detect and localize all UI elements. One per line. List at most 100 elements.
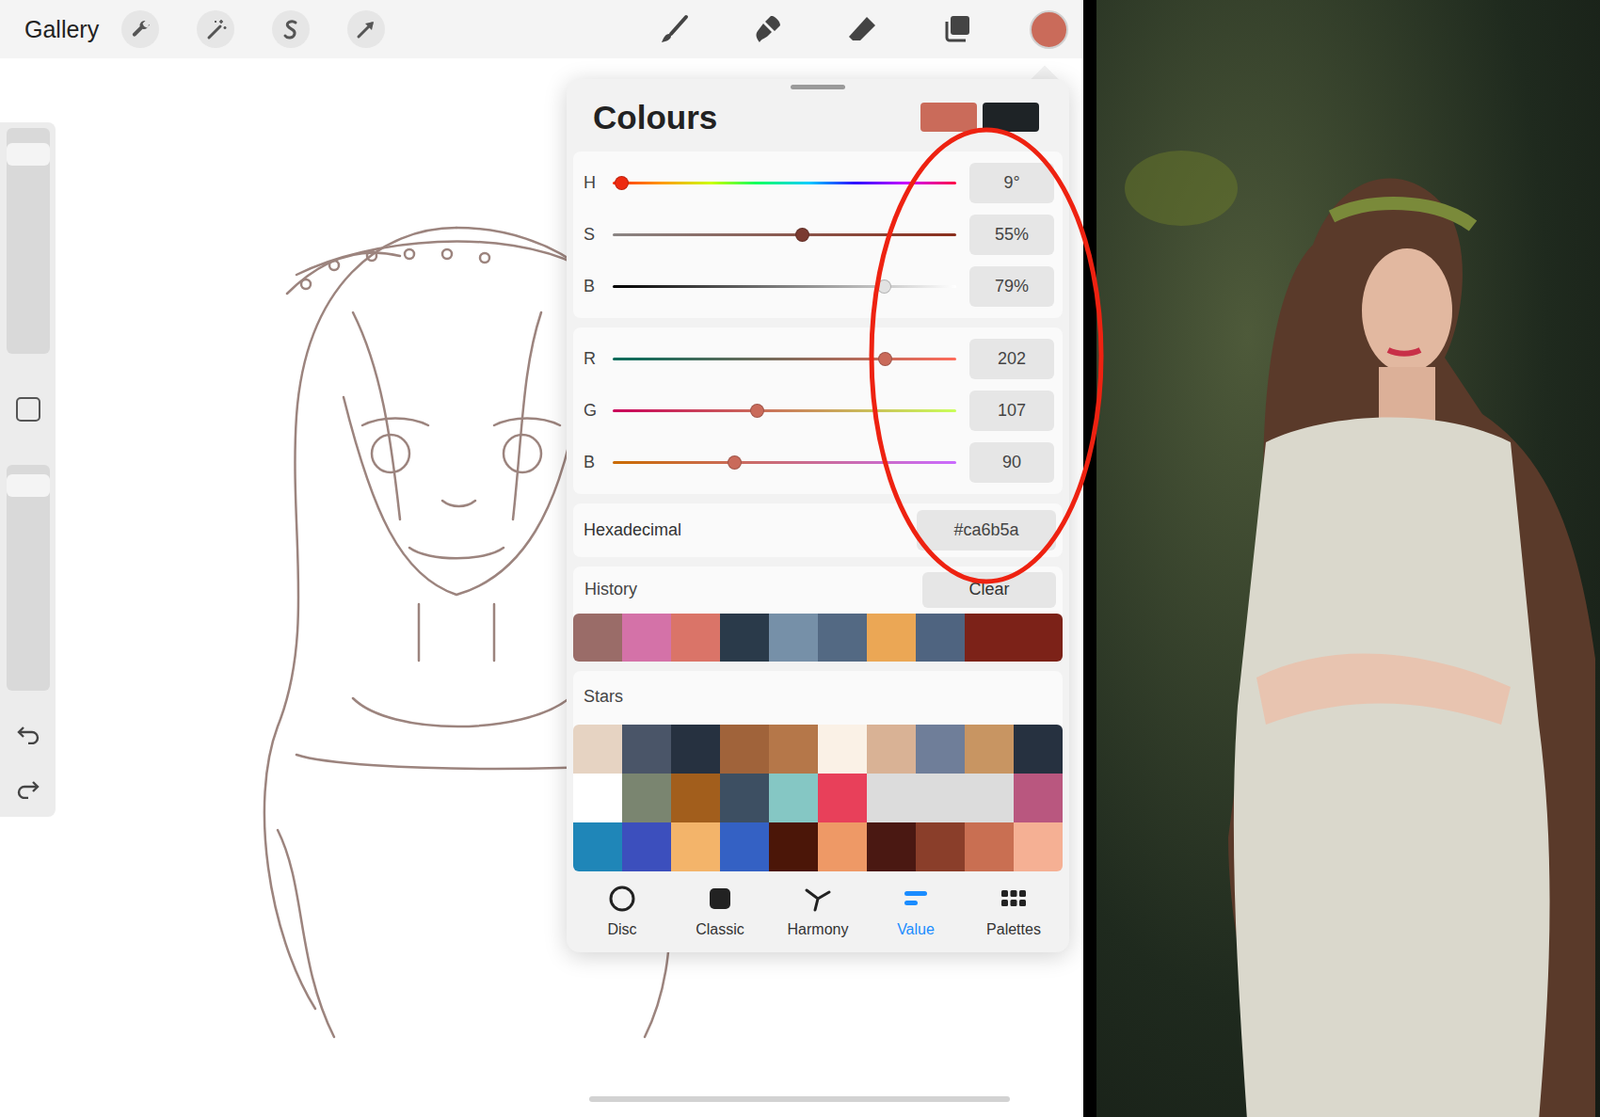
- history-swatch[interactable]: [671, 613, 720, 662]
- palette-swatch[interactable]: [964, 724, 1014, 774]
- palettes-icon: [999, 884, 1028, 913]
- palette-swatch[interactable]: [866, 724, 916, 774]
- palette-swatch[interactable]: [964, 822, 1014, 872]
- value-field[interactable]: 90: [969, 442, 1055, 483]
- history-swatch[interactable]: [817, 613, 867, 662]
- palette-swatch[interactable]: [866, 822, 916, 872]
- slider-track[interactable]: [612, 285, 957, 288]
- slider-label: S: [583, 222, 613, 248]
- palette-swatch[interactable]: [915, 773, 965, 823]
- layers-icon: [940, 13, 973, 46]
- palette-swatch[interactable]: [622, 773, 672, 823]
- palette-swatch[interactable]: [720, 724, 769, 774]
- value-field[interactable]: 107: [969, 390, 1055, 432]
- colour-tab[interactable]: Classic: [671, 884, 769, 942]
- tool-button[interactable]: [935, 8, 977, 50]
- tool-button[interactable]: [747, 8, 789, 50]
- slider-handle[interactable]: [6, 474, 50, 497]
- history-header: HistoryClear: [573, 566, 1063, 614]
- slider-handle[interactable]: [6, 143, 50, 166]
- palette-swatch[interactable]: [720, 773, 769, 823]
- history-swatch[interactable]: [720, 613, 769, 662]
- undo-button[interactable]: [9, 715, 48, 753]
- tool-button[interactable]: [653, 8, 695, 50]
- value-text: 79%: [994, 273, 1029, 300]
- slider-knob[interactable]: [795, 227, 810, 242]
- slider-track[interactable]: [612, 461, 957, 464]
- eyedropper-button[interactable]: [16, 397, 41, 422]
- palette-swatch[interactable]: [768, 822, 818, 872]
- brush-size-slider[interactable]: [6, 128, 50, 354]
- value-text: 107: [997, 398, 1026, 424]
- clear-button[interactable]: Clear: [922, 572, 1056, 608]
- colour-tab[interactable]: Value: [866, 884, 965, 942]
- palette-swatch[interactable]: [671, 822, 720, 872]
- panel-header: Colours: [573, 89, 1063, 152]
- tool-button[interactable]: [272, 10, 310, 48]
- colour-tab[interactable]: Disc: [573, 884, 672, 942]
- panel-title: Colours: [592, 96, 718, 139]
- drag-handle[interactable]: [790, 84, 846, 90]
- palette-swatch[interactable]: [720, 822, 769, 872]
- slider-knob[interactable]: [878, 352, 893, 367]
- photo-figure: [1096, 0, 1600, 1117]
- tool-button[interactable]: [347, 10, 385, 48]
- palette-swatch[interactable]: [622, 822, 672, 872]
- slider-track[interactable]: [612, 409, 957, 413]
- palette-swatch[interactable]: [1013, 773, 1063, 823]
- palette-swatch[interactable]: [768, 724, 818, 774]
- redo-button[interactable]: [9, 769, 48, 808]
- current-color-button[interactable]: [1029, 10, 1069, 49]
- value-text: 9°: [1003, 170, 1020, 196]
- value-field[interactable]: 79%: [969, 266, 1055, 307]
- tool-button[interactable]: [196, 10, 235, 48]
- disc-icon: [608, 884, 637, 913]
- brush-sidebar: [0, 122, 56, 817]
- tab-label: Value: [896, 918, 935, 942]
- history-swatch[interactable]: [622, 613, 672, 662]
- opacity-slider[interactable]: [6, 464, 50, 691]
- history-swatch[interactable]: [573, 613, 623, 662]
- palette-swatch[interactable]: [817, 822, 867, 872]
- palette-swatch[interactable]: [622, 724, 672, 774]
- colour-tab[interactable]: Harmony: [768, 884, 867, 942]
- palette-swatch[interactable]: [671, 773, 720, 823]
- slider-track[interactable]: [612, 233, 957, 237]
- history-swatch[interactable]: [915, 613, 965, 662]
- value-field[interactable]: 9°: [969, 162, 1055, 204]
- value-field[interactable]: 202: [969, 338, 1055, 380]
- palette-swatch[interactable]: [1013, 822, 1063, 872]
- slider-track[interactable]: [612, 181, 957, 185]
- tool-button[interactable]: [841, 8, 883, 50]
- slider-track[interactable]: [612, 357, 957, 361]
- palette-swatch[interactable]: [573, 773, 623, 823]
- brush-icon: [657, 13, 690, 46]
- palette-swatch[interactable]: [817, 724, 867, 774]
- palette-swatch[interactable]: [573, 822, 623, 872]
- palette-swatch[interactable]: [915, 822, 965, 872]
- palette-swatch[interactable]: [768, 773, 818, 823]
- palette-swatch[interactable]: [964, 773, 1014, 823]
- value-field[interactable]: 55%: [969, 214, 1055, 256]
- history-swatch[interactable]: [866, 613, 916, 662]
- colour-tab[interactable]: Palettes: [964, 884, 1063, 942]
- palette-swatch[interactable]: [817, 773, 867, 823]
- history-swatch[interactable]: [1013, 613, 1063, 662]
- tool-button[interactable]: [121, 10, 160, 48]
- harmony-icon: [803, 884, 832, 913]
- palette-swatch[interactable]: [866, 773, 916, 823]
- colours-panel: ColoursH9°S55%B79%R202G107B90Hexadecimal…: [566, 79, 1070, 953]
- palette-swatch[interactable]: [573, 724, 623, 774]
- palette-swatch[interactable]: [1013, 724, 1063, 774]
- primary-swatch[interactable]: [920, 102, 977, 132]
- palette-swatch[interactable]: [671, 724, 720, 774]
- history-swatch[interactable]: [768, 613, 818, 662]
- slider-knob[interactable]: [750, 403, 765, 418]
- gallery-button[interactable]: Gallery: [24, 17, 99, 42]
- slider-knob[interactable]: [727, 455, 742, 470]
- slider-knob[interactable]: [614, 176, 629, 191]
- palette-swatch[interactable]: [915, 724, 965, 774]
- history-swatch[interactable]: [964, 613, 1014, 662]
- tab-label: Harmony: [787, 918, 849, 942]
- hex-field[interactable]: #ca6b5a: [916, 510, 1056, 551]
